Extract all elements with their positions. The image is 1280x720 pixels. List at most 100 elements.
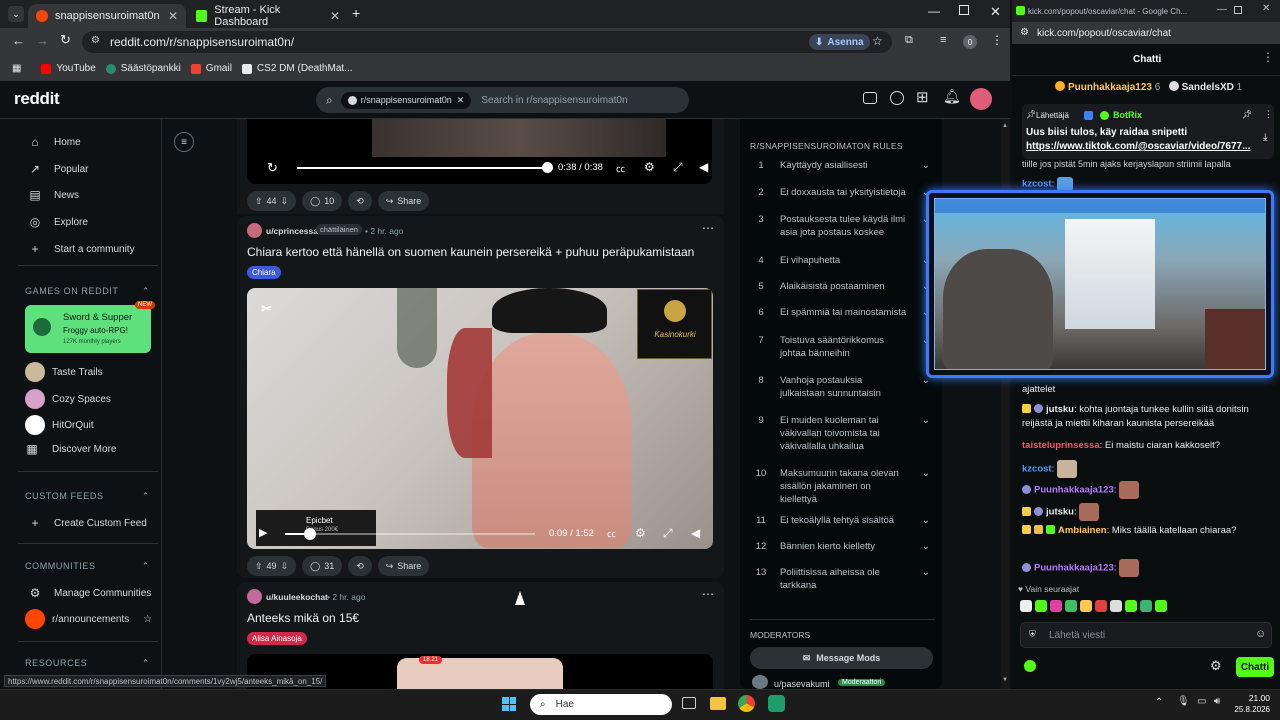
settings-icon[interactable]: ⚙	[644, 160, 655, 174]
volume-icon[interactable]: 🔊︎	[1214, 696, 1220, 707]
emote-icon[interactable]	[1065, 600, 1077, 612]
chevron-down-icon[interactable]: ⌄	[922, 159, 930, 172]
volume-icon[interactable]: ◀	[699, 160, 708, 174]
star-icon[interactable]: ☆	[143, 614, 152, 625]
replay-icon[interactable]: ↻	[267, 160, 278, 176]
close-window-icon[interactable]: ✕	[1262, 3, 1270, 14]
comments-button[interactable]: ◯ 31	[302, 556, 343, 576]
site-info-icon[interactable]: ⚙	[91, 35, 100, 46]
create-post-icon[interactable]: ⊞	[916, 88, 929, 106]
rule-item[interactable]: 6Ei spämmiä tai mainostamista⌄	[750, 306, 930, 319]
rule-item[interactable]: 9 Ei muiden kuoleman tai väkivallan toivo…	[750, 414, 930, 453]
pinned-message[interactable]: 📌︎ Lähettäjä BotRix 📌︎ ⋮ Uus biisi tulos…	[1022, 104, 1274, 159]
play-icon[interactable]: ▶	[259, 526, 267, 539]
share-button[interactable]: ↪ Share	[377, 191, 430, 211]
share-button[interactable]: ↪ Share	[377, 556, 430, 576]
menu-icon[interactable]: ⋮	[991, 33, 1003, 47]
scroll-up-icon[interactable]: ▲	[1002, 123, 1009, 130]
close-tab-icon[interactable]: ✕	[330, 9, 340, 23]
chip-close-icon[interactable]: ✕	[457, 95, 465, 106]
install-app-button[interactable]: ⬇ Asenna	[809, 34, 870, 50]
post-title[interactable]: Anteeks mikä on 15€	[247, 611, 359, 625]
rule-item[interactable]: 10 Maksumuurin takana olevan sisällön jak…	[750, 467, 930, 506]
chat-username[interactable]: jutsku	[1046, 507, 1074, 518]
collapse-sidebar-icon[interactable]: ≡	[174, 132, 194, 152]
crosspost-button[interactable]: ⟲	[348, 556, 372, 576]
nav-news[interactable]: ▤ News	[28, 188, 79, 202]
captions-icon[interactable]: ㏄	[616, 162, 625, 175]
chat-input[interactable]: ⛨ Lähetä viesti ☺	[1020, 622, 1272, 648]
comments-button[interactable]: ◯ 10	[302, 191, 343, 211]
url-bar[interactable]: ⚙ reddit.com/r/snappisensuroimat0n/ ⬇ Ase…	[82, 31, 892, 53]
reddit-logo[interactable]: reddit	[14, 89, 60, 109]
chat-username[interactable]: jutsku	[1046, 404, 1074, 415]
progress-track[interactable]	[285, 533, 535, 535]
rule-item[interactable]: 1 Käyttäydy asiallisesti ⌄	[750, 159, 930, 172]
file-explorer-icon[interactable]	[710, 697, 726, 710]
create-custom-feed[interactable]: + Create Custom Feed	[28, 516, 146, 530]
chat-username[interactable]: taisteluprinsessa	[1022, 440, 1100, 451]
close-tab-icon[interactable]: ✕	[168, 9, 178, 23]
more-icon[interactable]: ⋮	[1264, 109, 1273, 120]
close-window-icon[interactable]: ✕	[990, 4, 1001, 20]
chat-username[interactable]: kzcost	[1022, 464, 1052, 475]
resources-header[interactable]: RESOURCES ⌃	[25, 658, 150, 669]
emote-icon[interactable]	[1110, 600, 1122, 612]
rule-item[interactable]: 4Ei vihapuhetta⌄	[750, 254, 930, 267]
clock-time[interactable]: 21.00	[1242, 693, 1270, 703]
games-section-header[interactable]: GAMES ON REDDIT ⌃	[25, 286, 150, 297]
minimize-icon[interactable]: —	[928, 4, 940, 18]
kick-url-bar[interactable]: ⚙ kick.com/popout/oscaviar/chat	[1012, 22, 1280, 44]
rule-item[interactable]: 5Alaikäisistä postaaminen⌄	[750, 280, 930, 293]
reload-icon[interactable]: ↻	[60, 32, 71, 48]
emote-icon[interactable]	[1020, 600, 1032, 612]
emote-icon[interactable]	[1125, 600, 1137, 612]
taskbar-search[interactable]: ⌕ Hae	[530, 694, 672, 715]
settings-icon[interactable]: ⚙	[635, 526, 646, 540]
rule-item[interactable]: 7 Toistuva sääntörikkomus johtaa bänneihi…	[750, 334, 930, 360]
tab-kick-dashboard[interactable]: Stream - Kick Dashboard ✕	[188, 4, 348, 28]
microphone-icon[interactable]: 🎙︎	[1177, 696, 1190, 707]
tray-chevron-icon[interactable]: ⌃	[1155, 697, 1163, 708]
emote-icon[interactable]	[1080, 600, 1092, 612]
rule-item[interactable]: 3 Postauksesta tulee käydä ilmi asia jota…	[750, 213, 930, 239]
progress-track[interactable]	[297, 167, 547, 169]
game-hitorquit[interactable]: HitOrQuit	[25, 415, 94, 435]
post-flair[interactable]: Alisa Ainasoja	[247, 632, 307, 645]
windows-start-icon[interactable]	[502, 697, 516, 711]
discover-more[interactable]: ▦ Discover More	[25, 442, 116, 456]
rule-item[interactable]: 8 Vanhoja postauksia julkaistaan sunnunta…	[750, 374, 930, 400]
expand-icon[interactable]: ⤓	[1263, 132, 1267, 143]
chevron-down-icon[interactable]: ⌄	[922, 374, 930, 400]
post-card[interactable]: u/cprincessa chättiläinen • 2 hr. ago ⋯ …	[237, 216, 724, 578]
scroll-down-icon[interactable]: ▼	[1002, 677, 1009, 684]
fullscreen-icon[interactable]: ⤢	[673, 160, 683, 175]
site-info-icon[interactable]: ⚙	[1020, 27, 1029, 38]
pinned-link[interactable]: https://www.tiktok.com/@oscaviar/video/7…	[1026, 141, 1250, 152]
tab-search-button[interactable]: ⌄	[8, 6, 24, 22]
captions-icon[interactable]: ㏄	[607, 527, 616, 540]
app-icon[interactable]	[768, 695, 785, 712]
tab-reddit[interactable]: snappisensuroimat0n ✕	[28, 4, 186, 28]
profile-avatar[interactable]: 0	[963, 35, 977, 49]
post-author[interactable]: u/cprincessa	[266, 226, 318, 236]
send-chat-button[interactable]: Chatti	[1236, 657, 1274, 677]
progress-thumb[interactable]	[304, 528, 316, 540]
mod-avatar[interactable]	[752, 675, 768, 689]
unpin-icon[interactable]: 📌︎	[1242, 110, 1252, 119]
nav-popular[interactable]: ↗ Popular	[28, 162, 89, 176]
volume-icon[interactable]: ◀	[691, 526, 700, 540]
more-options-icon[interactable]: ⋯	[702, 587, 714, 601]
pinned-user[interactable]: BotRix	[1113, 110, 1142, 120]
post-card[interactable]: u/kuuleekochat • 2 hr. ago ⋯ Anteeks mik…	[237, 582, 724, 689]
gifter-name[interactable]: Puunhakkaaja123	[1068, 82, 1152, 93]
emote-icon[interactable]	[1095, 600, 1107, 612]
progress-thumb[interactable]	[542, 162, 553, 173]
upvote-icon[interactable]: ⇧	[255, 196, 263, 207]
forward-icon[interactable]: →	[36, 33, 49, 48]
chat-username[interactable]: kzcost	[1022, 179, 1052, 190]
nav-start-community[interactable]: + Start a community	[28, 242, 134, 256]
custom-feeds-header[interactable]: CUSTOM FEEDS ⌃	[25, 491, 150, 502]
emoji-picker-icon[interactable]: ☺	[1255, 628, 1266, 640]
nav-home[interactable]: ⌂ Home	[28, 135, 80, 149]
